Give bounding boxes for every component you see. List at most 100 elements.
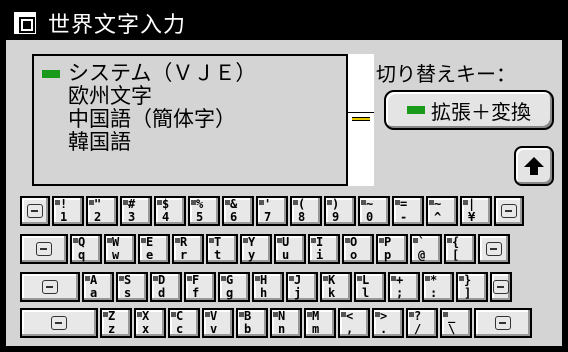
key-base-char: k xyxy=(328,286,336,300)
close-box-icon[interactable] xyxy=(14,12,36,34)
key-^[interactable]: ~ ^ xyxy=(426,196,458,226)
key-o[interactable]: Oo xyxy=(342,234,374,264)
key-base-char: r xyxy=(180,248,188,262)
key-1[interactable]: ! 1 xyxy=(52,196,84,226)
key-base-char: f xyxy=(192,286,200,300)
key-4[interactable]: $4 xyxy=(154,196,186,226)
key-base-char: o xyxy=(350,248,358,262)
enter-key[interactable] xyxy=(478,234,510,264)
key-x[interactable]: Xx xyxy=(134,308,166,338)
key-base-char: 2 xyxy=(94,210,102,224)
key-t[interactable]: Tt xyxy=(206,234,238,264)
key-base-char: 3 xyxy=(128,210,136,224)
key-n[interactable]: Nn xyxy=(270,308,302,338)
mode-list-scrollbar[interactable] xyxy=(346,54,374,186)
mode-item-korean[interactable]: 韓国語 xyxy=(42,131,342,154)
backspace-key[interactable] xyxy=(494,196,524,226)
right-shift-icon xyxy=(495,316,511,330)
key-e[interactable]: Ee xyxy=(138,234,170,264)
mode-label: システム（ＶＪＥ） xyxy=(68,61,257,85)
virtual-keyboard: ! 1 " 2 #3 $4% 5 & 6 ' 7(8) 9 ~0 = - ~ ^ | ¥ QqWwEeRrTtYyU… xyxy=(20,196,556,344)
left-shift-icon xyxy=(51,316,67,330)
key-base-char: \ xyxy=(448,322,456,336)
key-3[interactable]: #3 xyxy=(120,196,152,226)
key-base-char: y xyxy=(248,248,256,262)
key-y[interactable]: Yy xyxy=(240,234,272,264)
key-base-char: i xyxy=(316,248,324,262)
key-base-char: 8 xyxy=(298,210,306,224)
switch-key-button[interactable]: 拡張＋変換 xyxy=(384,90,554,130)
key-base-char: 6 xyxy=(230,210,238,224)
key-d[interactable]: Dd xyxy=(150,272,182,302)
key-][interactable]: }] xyxy=(456,272,488,302)
key-r[interactable]: Rr xyxy=(172,234,204,264)
key-v[interactable]: Vv xyxy=(202,308,234,338)
key-;[interactable]: +; xyxy=(388,272,420,302)
key-,[interactable]: <, xyxy=(338,308,370,338)
key-7[interactable]: ' 7 xyxy=(256,196,288,226)
switch-key-button-label: 拡張＋変換 xyxy=(431,99,531,124)
key-base-char: s xyxy=(124,286,132,300)
key-i[interactable]: Ii xyxy=(308,234,340,264)
key-a[interactable]: Aa xyxy=(82,272,114,302)
key-c[interactable]: Cc xyxy=(168,308,200,338)
key-w[interactable]: Ww xyxy=(104,234,136,264)
key-6[interactable]: & 6 xyxy=(222,196,254,226)
key-j[interactable]: Jj xyxy=(286,272,318,302)
key-.[interactable]: >. xyxy=(372,308,404,338)
key-base-char: t xyxy=(214,248,222,262)
key-5[interactable]: % 5 xyxy=(188,196,220,226)
key-m[interactable]: Mm xyxy=(304,308,336,338)
mode-item-system[interactable]: システム（ＶＪＥ） xyxy=(42,62,342,85)
key-0[interactable]: ~0 xyxy=(358,196,390,226)
keyboard-row-asdf: Aa Ss Dd Ff Gg Hh Jj Kk Ll +; *:}] xyxy=(20,272,514,302)
tab-icon xyxy=(36,242,52,256)
keyboard-row-zxcv: Zz Xx Cc Vv Bb Nn Mm <, >.? / _ \ xyxy=(20,308,534,338)
key--[interactable]: = - xyxy=(392,196,424,226)
key-base-char: 4 xyxy=(162,210,170,224)
return-key[interactable] xyxy=(490,272,512,302)
right-shift-key[interactable] xyxy=(474,308,532,338)
caps-lock-key[interactable] xyxy=(20,272,80,302)
key-l[interactable]: Ll xyxy=(354,272,386,302)
key-s[interactable]: Ss xyxy=(116,272,148,302)
active-indicator-icon xyxy=(42,69,60,78)
key-[[interactable]: {[ xyxy=(444,234,476,264)
key-base-char: , xyxy=(346,322,354,336)
key-f[interactable]: Ff xyxy=(184,272,216,302)
up-arrow-icon xyxy=(524,157,544,175)
key-@[interactable]: ` @ xyxy=(410,234,442,264)
left-shift-key[interactable] xyxy=(20,308,98,338)
key-k[interactable]: Kk xyxy=(320,272,352,302)
key-base-char: / xyxy=(414,322,422,336)
mode-item-european[interactable]: 欧州文字 xyxy=(42,85,342,108)
key-h[interactable]: Hh xyxy=(252,272,284,302)
key-9[interactable]: ) 9 xyxy=(324,196,356,226)
caps-lock-icon xyxy=(42,280,58,294)
backspace-icon xyxy=(501,204,517,218)
tab-key[interactable] xyxy=(20,234,68,264)
title-bar[interactable]: 世界文字入力 xyxy=(6,6,562,40)
scroll-divider xyxy=(348,112,374,113)
key-/[interactable]: ? / xyxy=(406,308,438,338)
key-b[interactable]: Bb xyxy=(236,308,268,338)
key-base-char: h xyxy=(260,286,268,300)
key-¥[interactable]: | ¥ xyxy=(460,196,492,226)
input-mode-list: システム（ＶＪＥ） 欧州文字 中国語（簡体字） 韓国語 xyxy=(32,54,374,186)
key-:[interactable]: *: xyxy=(422,272,454,302)
key-u[interactable]: Uu xyxy=(274,234,306,264)
key-base-char: : xyxy=(430,286,438,300)
up-arrow-button[interactable] xyxy=(514,146,554,186)
key-q[interactable]: Qq xyxy=(70,234,102,264)
hankaku-zenkaku-key[interactable] xyxy=(20,196,50,226)
scroll-thumb[interactable] xyxy=(352,117,370,121)
key-base-char: d xyxy=(158,286,166,300)
key-z[interactable]: Zz xyxy=(100,308,132,338)
mode-item-chinese[interactable]: 中国語（簡体字） xyxy=(42,108,342,131)
key-\[interactable]: _ \ xyxy=(440,308,472,338)
key-base-char: c xyxy=(176,322,184,336)
key-g[interactable]: Gg xyxy=(218,272,250,302)
key-p[interactable]: Pp xyxy=(376,234,408,264)
key-2[interactable]: " 2 xyxy=(86,196,118,226)
key-8[interactable]: (8 xyxy=(290,196,322,226)
